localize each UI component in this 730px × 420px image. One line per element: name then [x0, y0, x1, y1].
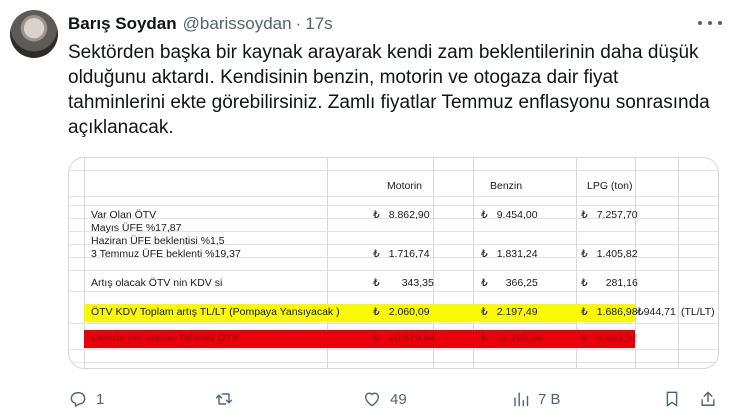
col-header-motorin: Motorin [387, 180, 423, 192]
more-options-icon[interactable] [698, 15, 722, 31]
bookmark-icon [666, 391, 678, 407]
cell-value: ₺ 11.285,24 [481, 332, 543, 344]
cell-value: ₺ 1.686,98 [581, 306, 638, 318]
tweet-header: Barış Soydan @barissoydan · 17s [68, 13, 720, 35]
cell-value: ₺ 7.257,70 [581, 209, 638, 221]
share-icon [701, 391, 715, 406]
views-button[interactable]: 7 B [510, 386, 561, 412]
currency: ₺ [373, 248, 380, 260]
author-handle[interactable]: @barissoydan [183, 14, 292, 34]
row-label: ÖTV KDV Toplam artış TL/LT (Pompaya Yans… [91, 306, 340, 318]
cell-value: ₺ 1.716,74 [373, 248, 430, 260]
timestamp[interactable]: 17s [305, 14, 332, 34]
cell-value: ₺ 2.060,09 [373, 306, 430, 318]
cell-value: ₺ 8.663,52 [581, 332, 638, 344]
currency: ₺ [481, 209, 488, 221]
reply-icon [70, 392, 86, 407]
cell-value: ₺ 366,25 [481, 277, 538, 289]
share-button[interactable] [698, 386, 726, 412]
row-label: Artış olacak ÖTV nin KDV si [91, 277, 223, 289]
author-name[interactable]: Barış Soydan [68, 14, 177, 34]
currency: ₺ [481, 277, 488, 289]
cell-value: ₺ 343,35 [373, 277, 434, 289]
currency: ₺ [481, 306, 488, 318]
tweet-actions: 1 49 7 B [68, 386, 720, 412]
currency: ₺ [373, 209, 380, 221]
cell-value: ₺ 9.454,00 [481, 209, 538, 221]
heart-icon [365, 392, 379, 407]
col-header-lpg: LPG (ton) [587, 180, 633, 192]
row-label: 3 Temmuz ÜFE beklenti %19,37 [91, 248, 241, 260]
cell-extra-unit: (TL/LT) [681, 306, 715, 318]
currency: ₺ [581, 332, 588, 344]
reply-count: 1 [96, 390, 105, 408]
reply-button[interactable]: 1 [68, 386, 104, 412]
retweet-button[interactable] [214, 386, 242, 412]
row-label: Mayıs ÜFE %17,87 [91, 222, 182, 234]
view-count: 7 B [538, 390, 561, 408]
row-label: Haziran ÜFE beklentisi %1,5 [91, 235, 225, 247]
currency: ₺ [481, 248, 488, 260]
bookmark-button[interactable] [662, 386, 690, 412]
currency: ₺ [481, 332, 488, 344]
spreadsheet-screenshot: Motorin Benzin LPG (ton) Var Olan ÖTV ₺ 8… [69, 158, 718, 368]
currency: ₺ [373, 277, 380, 289]
attached-image[interactable]: Motorin Benzin LPG (ton) Var Olan ÖTV ₺ 8… [68, 157, 719, 369]
currency: ₺ [581, 277, 588, 289]
like-button[interactable]: 49 [362, 386, 407, 412]
currency: ₺ [581, 248, 588, 260]
cell-extra-value: ₺944,71 [637, 306, 676, 318]
like-count: 49 [390, 390, 407, 408]
row-label: Listede yer alacak Tahmini ÖTV [91, 332, 240, 344]
currency: ₺ [581, 209, 588, 221]
currency: ₺ [373, 306, 380, 318]
cell-value: ₺ 1.405,82 [581, 248, 638, 260]
cell-value: ₺ 10.579,64 [373, 332, 436, 344]
retweet-icon [215, 393, 233, 405]
currency: ₺ [373, 332, 380, 344]
cell-value: ₺ 2.197,49 [481, 306, 538, 318]
cell-value: ₺ 1.831,24 [481, 248, 538, 260]
avatar[interactable] [10, 10, 58, 58]
currency: ₺ [581, 306, 588, 318]
col-header-benzin: Benzin [490, 180, 523, 192]
views-chart-icon [514, 392, 529, 407]
cell-value: ₺ 281,16 [581, 277, 638, 289]
row-label: Var Olan ÖTV [91, 209, 157, 221]
separator-dot: · [295, 14, 302, 33]
cell-value: ₺ 8.862,90 [373, 209, 430, 221]
tweet-text: Sektörden başka bir kaynak arayarak kend… [68, 42, 710, 138]
